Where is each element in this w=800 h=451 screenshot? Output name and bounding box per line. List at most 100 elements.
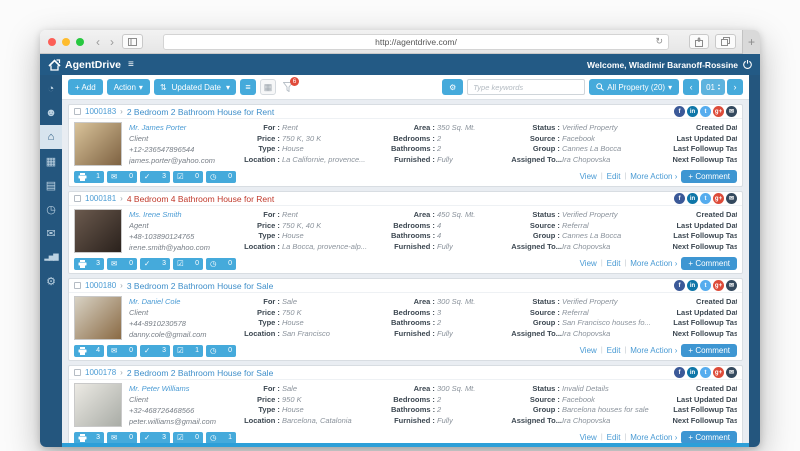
print-count-badge[interactable]: 4 — [74, 345, 104, 357]
more-action-link[interactable]: More Action › — [630, 346, 677, 355]
property-title-link[interactable]: 4 Bedroom 4 Bathroom House for Rent — [127, 194, 274, 204]
sidebar-item-dashboard[interactable]: ◔ — [40, 77, 62, 101]
sidebar-item-mail[interactable]: ✉ — [40, 221, 62, 245]
reminder-badge[interactable]: ◷ 1 — [206, 432, 236, 444]
mail-count-badge[interactable]: ✉ 0 — [107, 258, 137, 270]
stepper-arrows-icon[interactable]: ▴▾ — [718, 83, 720, 91]
checklist-badge[interactable]: ☑ 1 — [173, 345, 203, 357]
edit-link[interactable]: Edit — [607, 346, 621, 355]
property-id-link[interactable]: 1000178 — [85, 368, 116, 377]
edit-link[interactable]: Edit — [607, 172, 621, 181]
property-photo[interactable] — [74, 296, 122, 340]
sort-dropdown[interactable]: ⇅ Updated Date ▾ — [154, 79, 236, 95]
close-window-button[interactable] — [48, 38, 56, 46]
view-link[interactable]: View — [580, 433, 597, 442]
sidebar-item-tasks[interactable]: ▤ — [40, 173, 62, 197]
mail-count-badge[interactable]: ✉ 0 — [107, 432, 137, 444]
address-bar[interactable]: http://agentdrive.com/ ↻ — [163, 34, 669, 50]
action-dropdown[interactable]: Action ▾ — [107, 79, 150, 95]
completed-task-badge[interactable]: ✓ 3 — [140, 258, 170, 270]
more-action-link[interactable]: More Action › — [630, 433, 677, 442]
row-checkbox[interactable] — [74, 369, 81, 376]
mail-count-badge[interactable]: ✉ 0 — [107, 345, 137, 357]
facebook-icon[interactable]: f — [674, 106, 685, 117]
new-tab-button[interactable]: + — [742, 30, 760, 54]
more-action-link[interactable]: More Action › — [630, 259, 677, 268]
twitter-icon[interactable]: t — [700, 106, 711, 117]
checklist-badge[interactable]: ☑ 0 — [173, 171, 203, 183]
contact-name-link[interactable]: Mr. James Porter — [129, 123, 235, 132]
twitter-icon[interactable]: t — [700, 193, 711, 204]
linkedin-icon[interactable]: in — [687, 193, 698, 204]
page-number-stepper[interactable]: 01 ▴▾ — [701, 79, 725, 95]
edit-link[interactable]: Edit — [607, 433, 621, 442]
share-icon[interactable] — [689, 34, 709, 49]
googleplus-icon[interactable]: g+ — [713, 193, 724, 204]
refresh-icon[interactable]: ↻ — [655, 36, 663, 47]
view-link[interactable]: View — [580, 172, 597, 181]
property-photo[interactable] — [74, 209, 122, 253]
sidebar-item-properties[interactable]: ⌂ — [40, 125, 62, 149]
more-action-link[interactable]: More Action › — [630, 172, 677, 181]
property-photo[interactable] — [74, 122, 122, 166]
twitter-icon[interactable]: t — [700, 280, 711, 291]
sidebar-item-reminders[interactable]: ◷ — [40, 197, 62, 221]
row-checkbox[interactable] — [74, 195, 81, 202]
property-id-link[interactable]: 1000181 — [85, 194, 116, 203]
googleplus-icon[interactable]: g+ — [713, 367, 724, 378]
googleplus-icon[interactable]: g+ — [713, 106, 724, 117]
minimize-window-button[interactable] — [62, 38, 70, 46]
property-id-link[interactable]: 1000183 — [85, 107, 116, 116]
row-checkbox[interactable] — [74, 108, 81, 115]
forward-button[interactable]: › — [108, 36, 116, 48]
filter-button[interactable]: 6 — [280, 79, 296, 95]
facebook-icon[interactable]: f — [674, 367, 685, 378]
reminder-badge[interactable]: ◷ 0 — [206, 258, 236, 270]
property-id-link[interactable]: 1000180 — [85, 281, 116, 290]
edit-link[interactable]: Edit — [607, 259, 621, 268]
facebook-icon[interactable]: f — [674, 193, 685, 204]
row-checkbox[interactable] — [74, 282, 81, 289]
googleplus-icon[interactable]: g+ — [713, 280, 724, 291]
property-photo[interactable] — [74, 383, 122, 427]
next-page-button[interactable]: › — [727, 79, 743, 95]
property-scope-dropdown[interactable]: All Property (20) ▾ — [589, 79, 679, 95]
sidebar-toggle-icon[interactable] — [122, 34, 143, 49]
comment-button[interactable]: + Comment — [681, 344, 737, 357]
settings-button[interactable]: ⚙ — [442, 79, 463, 95]
zoom-window-button[interactable] — [76, 38, 84, 46]
reminder-badge[interactable]: ◷ 0 — [206, 171, 236, 183]
tabs-overview-icon[interactable] — [715, 34, 736, 49]
linkedin-icon[interactable]: in — [687, 367, 698, 378]
facebook-icon[interactable]: f — [674, 280, 685, 291]
list-view-toggle[interactable]: ≡ — [240, 79, 256, 95]
completed-task-badge[interactable]: ✓ 3 — [140, 171, 170, 183]
completed-task-badge[interactable]: ✓ 3 — [140, 345, 170, 357]
sidebar-item-reports[interactable]: ▂▅▇ — [40, 245, 62, 269]
add-button[interactable]: + Add — [68, 79, 103, 95]
menu-icon[interactable]: ≡ — [128, 59, 134, 70]
comment-button[interactable]: + Comment — [681, 257, 737, 270]
prev-page-button[interactable]: ‹ — [683, 79, 699, 95]
reminder-badge[interactable]: ◷ 0 — [206, 345, 236, 357]
sidebar-item-listings[interactable]: ▦ — [40, 149, 62, 173]
sidebar-item-contacts[interactable]: ☻ — [40, 101, 62, 125]
twitter-icon[interactable]: t — [700, 367, 711, 378]
property-title-link[interactable]: 2 Bedroom 2 Bathroom House for Sale — [127, 368, 273, 378]
grid-view-toggle[interactable]: ▦ — [260, 79, 276, 95]
checklist-badge[interactable]: ☑ 0 — [173, 258, 203, 270]
view-link[interactable]: View — [580, 259, 597, 268]
comment-button[interactable]: + Comment — [681, 170, 737, 183]
sidebar-item-settings[interactable]: ⚙ — [40, 269, 62, 293]
email-share-icon[interactable]: ✉ — [726, 367, 737, 378]
property-title-link[interactable]: 2 Bedroom 2 Bathroom House for Rent — [127, 107, 274, 117]
logout-icon[interactable] — [743, 60, 752, 69]
email-share-icon[interactable]: ✉ — [726, 193, 737, 204]
completed-task-badge[interactable]: ✓ 3 — [140, 432, 170, 444]
linkedin-icon[interactable]: in — [687, 106, 698, 117]
contact-name-link[interactable]: Mr. Peter Williams — [129, 384, 235, 393]
view-link[interactable]: View — [580, 346, 597, 355]
email-share-icon[interactable]: ✉ — [726, 106, 737, 117]
print-count-badge[interactable]: 1 — [74, 171, 104, 183]
print-count-badge[interactable]: 3 — [74, 432, 104, 444]
